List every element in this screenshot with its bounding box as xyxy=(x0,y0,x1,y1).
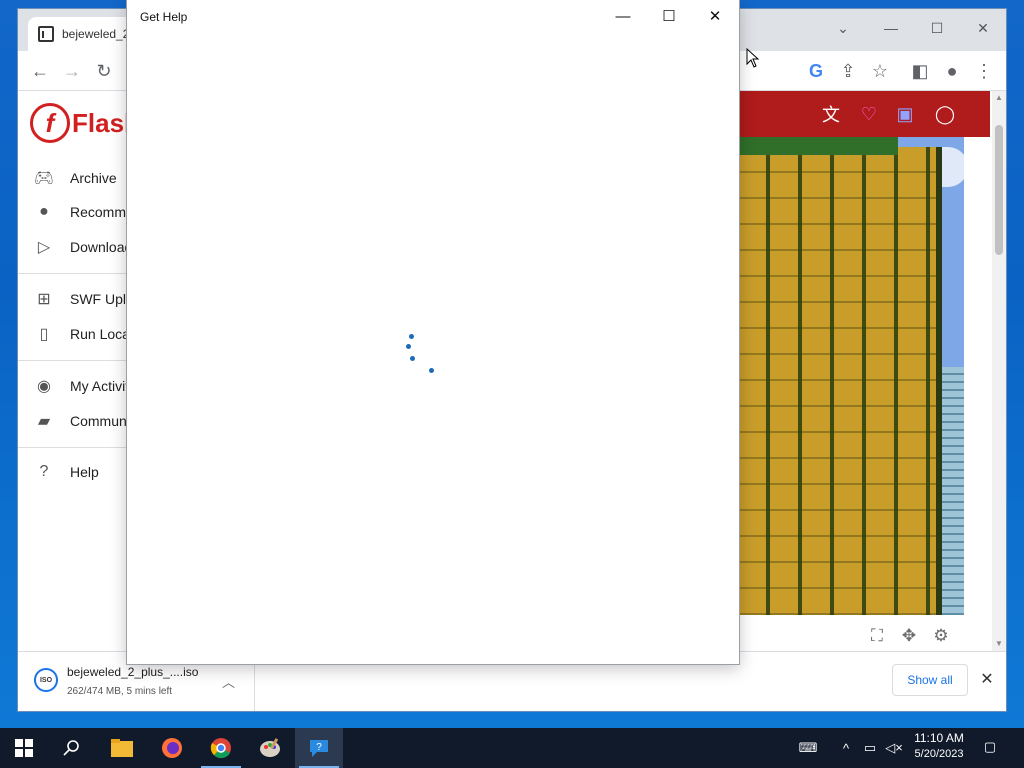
game-canvas[interactable] xyxy=(738,137,964,615)
close-icon[interactable]: ✕ xyxy=(960,13,1006,43)
sidebar-item-label: Recomme xyxy=(70,204,134,220)
volume-muted-icon[interactable]: ◁× xyxy=(884,738,904,758)
sidebar-item-label: Archive xyxy=(70,170,117,186)
network-icon[interactable]: ▭ xyxy=(860,738,880,758)
sidebar-item-label: Communi xyxy=(70,413,130,429)
logo-mark-icon: f xyxy=(30,103,70,143)
game-controls: ⛶ ✥ ⚙ xyxy=(738,621,990,651)
firefox-button[interactable] xyxy=(148,728,196,768)
svg-text:?: ? xyxy=(316,742,322,753)
scroll-up-icon[interactable]: ▲ xyxy=(995,93,1003,102)
sidebar-item-label: SWF Uplo xyxy=(70,291,134,307)
reload-icon[interactable]: ↻ xyxy=(90,57,118,85)
chat-icon[interactable]: ▣ xyxy=(892,101,918,127)
close-shelf-icon[interactable]: ✕ xyxy=(976,668,998,690)
sidebar-item-label: My Activit xyxy=(70,378,130,394)
get-help-window: Get Help — ☐ ✕ xyxy=(127,0,739,664)
flashpoint-logo[interactable]: f Flash xyxy=(30,103,140,143)
close-icon[interactable]: ✕ xyxy=(692,0,738,32)
file-icon: ▯ xyxy=(39,326,49,343)
keyboard-icon[interactable]: ⌨ xyxy=(798,738,818,758)
paint-icon xyxy=(260,738,280,757)
page-scrollbar[interactable]: ▲ ▼ xyxy=(992,91,1006,651)
user-icon[interactable]: ◯ xyxy=(932,101,958,127)
start-icon xyxy=(15,739,33,757)
back-icon[interactable]: ← xyxy=(26,57,54,85)
sidebar-item-label: Download xyxy=(70,239,133,255)
file-explorer-icon xyxy=(111,739,133,757)
bookmark-star-icon[interactable]: ☆ xyxy=(866,57,894,85)
minimize-icon[interactable]: — xyxy=(868,13,914,43)
minimize-icon[interactable]: — xyxy=(600,0,646,32)
firefox-icon xyxy=(162,738,182,758)
sidebar-item-label: Help xyxy=(70,464,99,480)
site-header: 文 ♡ ▣ ◯ xyxy=(738,91,990,137)
paint-button[interactable] xyxy=(246,728,294,768)
scroll-thumb[interactable] xyxy=(995,125,1003,255)
search-button[interactable] xyxy=(48,728,96,768)
forward-icon[interactable]: → xyxy=(58,57,86,85)
clock-time: 11:10 AM xyxy=(914,731,964,745)
mouse-cursor-icon xyxy=(746,48,760,68)
menu-dots-icon[interactable]: ⋮ xyxy=(970,57,998,85)
download-status: 262/474 MB, 5 mins left xyxy=(67,686,173,697)
iso-file-icon: ISO xyxy=(34,668,58,692)
scroll-down-icon[interactable]: ▼ xyxy=(995,639,1003,648)
taskbar: ? ⌨ ^ ▭ ◁× 11:10 AM 5/20/2023 ▢ xyxy=(0,728,1024,768)
chrome-icon xyxy=(210,738,231,759)
play-icon: ▷ xyxy=(37,239,51,256)
account-icon: ◉ xyxy=(37,378,51,395)
clock[interactable]: 11:10 AM 5/20/2023 xyxy=(906,731,972,760)
get-help-button[interactable]: ? xyxy=(295,728,343,768)
move-icon[interactable]: ✥ xyxy=(898,625,920,647)
settings-icon[interactable]: ⚙ xyxy=(930,625,952,647)
get-help-icon: ? xyxy=(310,740,328,757)
tab-title: bejeweled_2 xyxy=(62,27,130,41)
window-title: Get Help xyxy=(140,10,188,24)
tab-search-icon[interactable]: ⌄ xyxy=(820,13,866,43)
sidebar-divider xyxy=(18,360,128,361)
sidebar-divider xyxy=(18,273,128,274)
download-file-name: bejeweled_2_plus_....iso xyxy=(67,665,199,679)
spinner-dot xyxy=(410,356,415,361)
spinner-dot xyxy=(429,368,434,373)
clock-date: 5/20/2023 xyxy=(914,748,964,760)
heart-icon[interactable]: ♡ xyxy=(856,101,882,127)
game-wall xyxy=(942,367,964,615)
notifications-icon[interactable]: ▢ xyxy=(980,737,1000,757)
gamepad-icon: 🎮︎ xyxy=(33,170,55,187)
maximize-icon[interactable]: ☐ xyxy=(914,13,960,43)
google-icon[interactable]: G xyxy=(802,57,830,85)
maximize-icon[interactable]: ☐ xyxy=(646,0,692,32)
help-icon: ? xyxy=(39,463,49,480)
forum-icon: ▰ xyxy=(37,413,51,430)
chrome-button[interactable] xyxy=(197,728,245,768)
sidebar-item-label: Run Loca xyxy=(70,326,130,342)
share-icon[interactable]: ⇪ xyxy=(834,57,862,85)
spinner-dot xyxy=(406,344,411,349)
profile-icon[interactable]: ● xyxy=(938,57,966,85)
show-all-button[interactable]: Show all xyxy=(892,664,968,696)
museum-icon xyxy=(38,26,54,42)
sidebar: f Flash 🎮︎ Archive ● Recomme ▷ Download … xyxy=(18,91,140,651)
thumbs-up-icon: ● xyxy=(39,203,49,220)
side-panel-icon[interactable]: ◧ xyxy=(906,57,934,85)
search-icon xyxy=(63,740,79,756)
game-tiles xyxy=(738,147,942,615)
translate-icon[interactable]: 文 xyxy=(818,101,844,127)
chevron-up-icon[interactable]: ︿ xyxy=(222,672,235,691)
sidebar-divider xyxy=(18,447,128,448)
spinner-dot xyxy=(409,334,414,339)
plus-icon: ⊞ xyxy=(37,291,51,308)
chevron-up-icon[interactable]: ^ xyxy=(836,738,856,758)
fullscreen-icon[interactable]: ⛶ xyxy=(866,625,888,647)
start-button[interactable] xyxy=(0,728,48,768)
file-explorer-button[interactable] xyxy=(98,728,146,768)
game-foliage xyxy=(738,137,898,155)
